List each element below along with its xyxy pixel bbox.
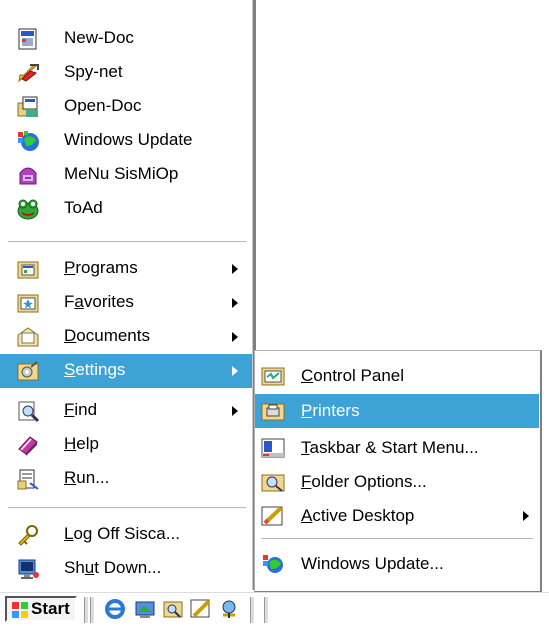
submenu-arrow-icon: [232, 366, 238, 376]
log-off-icon: [16, 523, 40, 547]
printers-folder-icon: [261, 400, 285, 422]
menu-item-label: Open-Doc: [64, 96, 142, 115]
menu-item-label: New-Doc: [64, 28, 134, 47]
edit-icon[interactable]: [190, 598, 212, 620]
menu-item-windows-update[interactable]: Windows Update: [0, 124, 252, 158]
programs-icon: [16, 257, 40, 281]
explorer-icon[interactable]: [162, 598, 184, 620]
menu-item-find[interactable]: Find: [0, 394, 252, 428]
menu-item-log-off[interactable]: Log Off Sisca...: [0, 518, 252, 552]
active-desktop-icon: [261, 505, 285, 527]
run-icon: [16, 467, 40, 491]
menu-item-settings[interactable]: Settings: [0, 354, 252, 388]
settings-submenu: Control Panel Printers Taskbar & Start M…: [254, 350, 542, 593]
frog-icon: [16, 197, 40, 221]
taskbar-divider: [90, 597, 95, 623]
menu-item-help[interactable]: Help: [0, 428, 252, 462]
taskbar-divider: [84, 597, 89, 623]
submenu-item-folder-options[interactable]: Folder Options...: [255, 465, 539, 499]
internet-explorer-icon[interactable]: [104, 598, 126, 620]
menu-item-shut-down[interactable]: Shut Down...: [0, 552, 252, 586]
find-icon: [16, 399, 40, 423]
desktop-icon[interactable]: [134, 598, 156, 620]
menu-item-open-doc[interactable]: Open-Doc: [0, 90, 252, 124]
menu-item-menu-sismiop[interactable]: MeNu SisMiOp: [0, 158, 252, 192]
taskbar-divider: [264, 597, 269, 623]
menu-item-favorites[interactable]: Favorites: [0, 286, 252, 320]
submenu-arrow-icon: [232, 406, 238, 416]
submenu-item-taskbar-start-menu[interactable]: Taskbar & Start Menu...: [255, 431, 539, 465]
menu-item-label: ToAd: [64, 198, 103, 217]
open-doc-icon: [16, 95, 40, 119]
menu-separator: [8, 507, 246, 509]
start-label: Start: [31, 599, 70, 618]
windows-logo-icon: [11, 601, 29, 619]
control-panel-icon: [261, 365, 285, 387]
menu-item-run[interactable]: Run...: [0, 462, 252, 496]
taskbar-icon: [261, 437, 285, 459]
folder-options-icon: [261, 471, 285, 493]
submenu-item-control-panel[interactable]: Control Panel: [255, 359, 539, 393]
taskbar: Start: [0, 592, 549, 626]
help-icon: [16, 433, 40, 457]
submenu-item-printers[interactable]: Printers: [255, 394, 539, 428]
favorites-icon: [16, 291, 40, 315]
shut-down-icon: [16, 557, 40, 581]
menu-item-new-doc[interactable]: New-Doc: [0, 22, 252, 56]
new-doc-icon: [16, 27, 40, 51]
menu-separator: [8, 241, 246, 243]
submenu-item-windows-update[interactable]: Windows Update...: [255, 547, 539, 581]
documents-icon: [16, 325, 40, 349]
submenu-separator: [261, 538, 533, 539]
start-menu: New-Doc Spy-net Open-Doc Windows Update …: [0, 0, 252, 590]
submenu-arrow-icon: [523, 511, 529, 521]
menu-item-documents[interactable]: Documents: [0, 320, 252, 354]
submenu-item-active-desktop[interactable]: Active Desktop: [255, 499, 539, 533]
menu-item-toad[interactable]: ToAd: [0, 192, 252, 226]
media-icon[interactable]: [218, 598, 240, 620]
menu-item-label: MeNu SisMiOp: [64, 164, 179, 183]
menu-item-label: Spy-net: [64, 62, 123, 81]
submenu-arrow-icon: [232, 298, 238, 308]
submenu-arrow-icon: [232, 332, 238, 342]
windows-update-icon: [16, 129, 40, 153]
menu-item-spy-net[interactable]: Spy-net: [0, 56, 252, 90]
start-button[interactable]: Start: [5, 596, 77, 622]
windows-update-icon: [261, 553, 285, 575]
menu-sismiop-icon: [16, 163, 40, 187]
menu-item-label: Windows Update: [64, 130, 193, 149]
spy-net-icon: [16, 61, 40, 85]
taskbar-divider: [250, 597, 255, 623]
settings-icon: [16, 359, 40, 383]
submenu-arrow-icon: [232, 264, 238, 274]
menu-item-programs[interactable]: Programs: [0, 252, 252, 286]
